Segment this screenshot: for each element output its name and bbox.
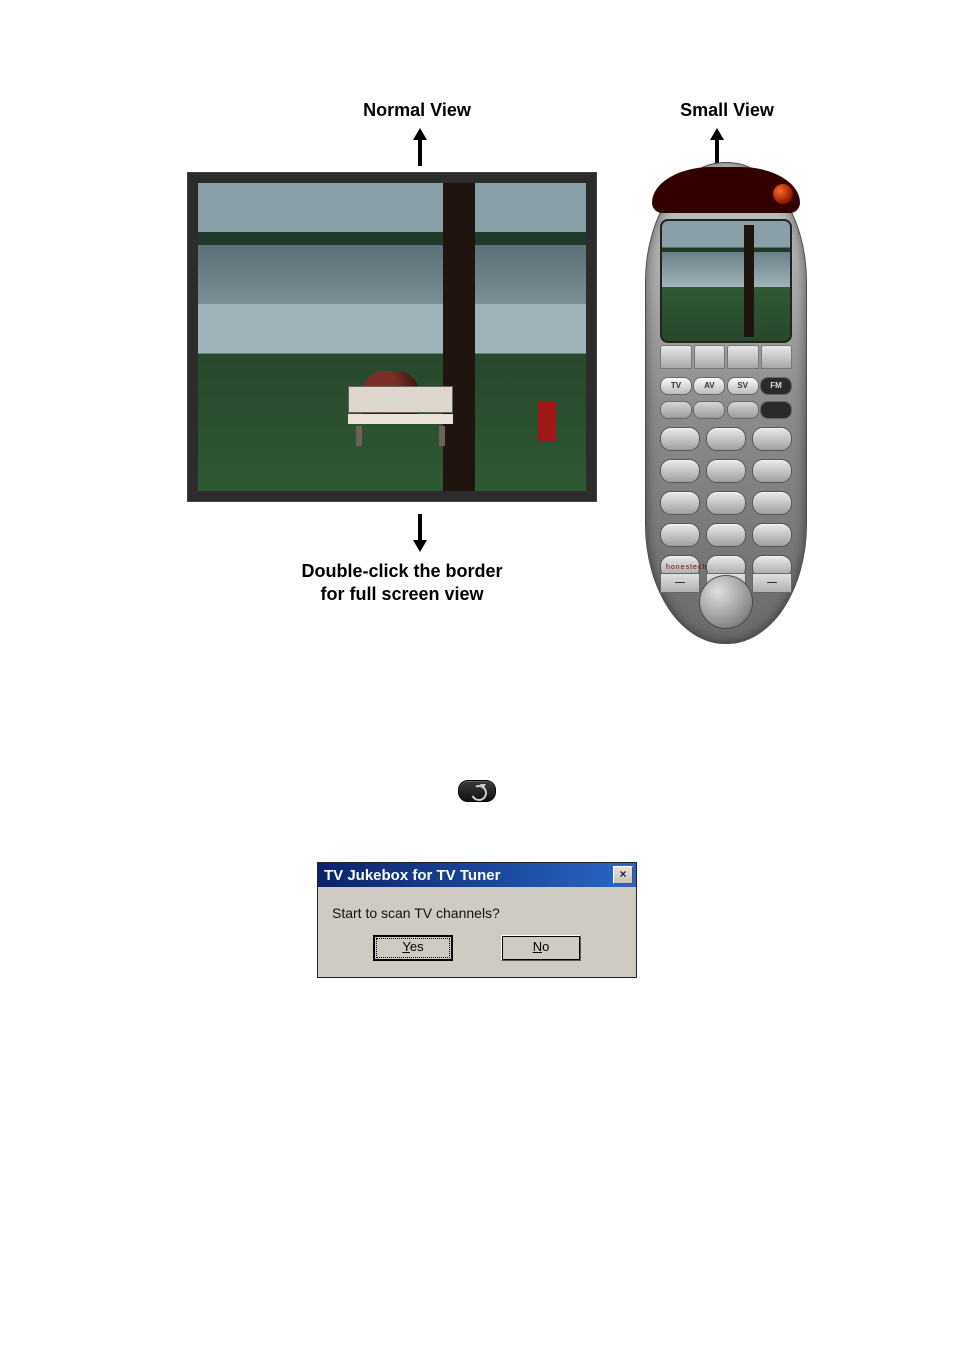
arrow-up-icon xyxy=(413,128,427,140)
keypad xyxy=(660,427,792,587)
power-button[interactable] xyxy=(772,183,794,205)
small-view-label: Small View xyxy=(647,100,807,121)
mode-sv-button[interactable]: SV xyxy=(727,377,759,395)
keypad-key[interactable] xyxy=(706,459,746,483)
normal-view-screenshot xyxy=(187,172,597,502)
keypad-key[interactable] xyxy=(706,491,746,515)
keypad-key[interactable] xyxy=(660,523,700,547)
keypad-key[interactable] xyxy=(706,523,746,547)
remote-small-view: TV AV SV FM xyxy=(645,162,807,644)
aux-button[interactable] xyxy=(760,401,792,419)
remote-bottom-button[interactable]: — xyxy=(660,573,700,593)
dialog-title: TV Jukebox for TV Tuner xyxy=(324,867,500,884)
remote-screen[interactable] xyxy=(660,219,792,343)
tree-detail xyxy=(744,225,754,337)
mode-tv-button[interactable]: TV xyxy=(660,377,692,395)
fullscreen-hint: Double-click the border for full screen … xyxy=(262,560,542,605)
aux-button[interactable] xyxy=(727,401,759,419)
aux-button[interactable] xyxy=(660,401,692,419)
dialog-message: Start to scan TV channels? xyxy=(318,887,636,927)
keypad-key[interactable] xyxy=(706,427,746,451)
remote-tab[interactable] xyxy=(761,345,793,369)
remote-wheel[interactable] xyxy=(699,575,753,629)
no-button-rest: o xyxy=(542,939,549,954)
aux-button[interactable] xyxy=(693,401,725,419)
mode-fm-button[interactable]: FM xyxy=(760,377,792,395)
arrow-down-icon xyxy=(413,540,427,552)
document-page: Normal View Small View Double-click the … xyxy=(0,0,954,1352)
close-icon[interactable]: × xyxy=(613,866,633,884)
arrow-up-icon xyxy=(710,128,724,140)
remote-tab[interactable] xyxy=(727,345,759,369)
yes-button[interactable]: Yes xyxy=(373,935,453,961)
dialog-titlebar[interactable]: TV Jukebox for TV Tuner × xyxy=(318,863,636,887)
yes-button-rest: es xyxy=(410,939,424,954)
views-figure: Normal View Small View Double-click the … xyxy=(157,100,797,640)
scan-dialog-figure: TV Jukebox for TV Tuner × Start to scan … xyxy=(317,862,637,978)
remote-brand-label: honestech xyxy=(666,564,707,571)
keypad-key[interactable] xyxy=(752,459,792,483)
mode-av-button[interactable]: AV xyxy=(693,377,725,395)
remote-tabstrip xyxy=(660,345,792,369)
keypad-key[interactable] xyxy=(660,491,700,515)
fullscreen-hint-line2: for full screen view xyxy=(320,584,483,604)
keypad-key[interactable] xyxy=(660,459,700,483)
mode-rows: TV AV SV FM xyxy=(660,377,792,425)
keypad-key[interactable] xyxy=(752,491,792,515)
refresh-icon[interactable] xyxy=(458,780,496,802)
remote-bottom-button[interactable]: — xyxy=(752,573,792,593)
tv-border[interactable] xyxy=(188,173,596,501)
remote-tab[interactable] xyxy=(694,345,726,369)
fullscreen-hint-line1: Double-click the border xyxy=(301,561,502,581)
normal-view-label: Normal View xyxy=(317,100,517,121)
remote-tab[interactable] xyxy=(660,345,692,369)
dialog-button-row: Yes No xyxy=(318,927,636,977)
keypad-key[interactable] xyxy=(660,427,700,451)
scan-dialog: TV Jukebox for TV Tuner × Start to scan … xyxy=(317,862,637,978)
no-button[interactable]: No xyxy=(501,935,581,961)
keypad-key[interactable] xyxy=(752,523,792,547)
keypad-key[interactable] xyxy=(752,427,792,451)
